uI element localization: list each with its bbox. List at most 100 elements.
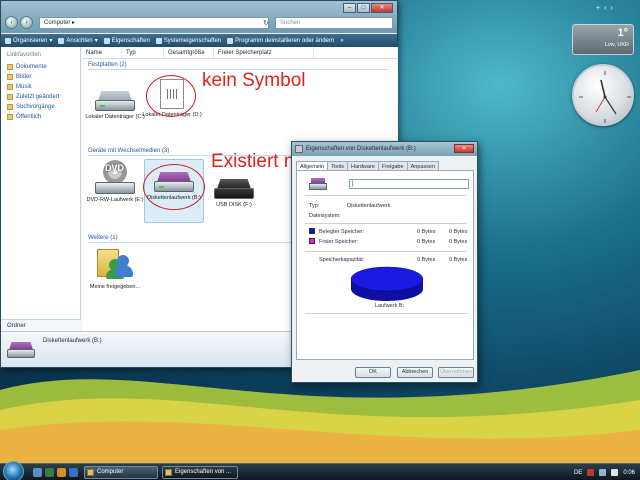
task-label: Eigenschaften von ... — [175, 469, 232, 475]
address-text: Computer — [44, 20, 71, 26]
command-bar: Organisieren ▾ Ansichten ▾ Eigenschaften… — [1, 34, 397, 47]
sidebar-gadget-controls[interactable]: + ‹ › — [596, 5, 613, 12]
nav-label: Dokumente — [16, 64, 47, 70]
properties-label: Eigenschaften — [111, 37, 150, 44]
nav-item-documents[interactable]: Dokumente — [1, 62, 80, 72]
floppy-drive-icon — [7, 338, 35, 360]
properties-icon — [165, 469, 172, 476]
switch-windows-icon[interactable] — [45, 468, 54, 477]
task-properties[interactable]: Eigenschaften von ... — [162, 466, 238, 479]
drive-usb[interactable]: USB DISK (F:) — [204, 175, 264, 209]
type-value: Diskettenlaufwerk — [347, 203, 391, 209]
clock-gadget[interactable] — [572, 64, 634, 126]
show-desktop-icon[interactable] — [33, 468, 42, 477]
close-button[interactable]: ✕ — [371, 3, 393, 13]
column-headers: Name Typ Gesamtgröße Freier Speicherplat… — [82, 47, 398, 59]
properties-dialog: Eigenschaften von Diskettenlaufwerk (B:)… — [291, 141, 478, 383]
used-space-label: Belegter Speicher: — [319, 229, 365, 235]
weather-location: Lviv, UKR — [604, 42, 629, 48]
task-computer[interactable]: Computer — [84, 466, 158, 479]
column-total-size[interactable]: Gesamtgröße — [164, 47, 214, 58]
annotation-no-symbol: kein Symbol — [202, 70, 306, 91]
shared-folder[interactable]: Meine freigegeben... — [85, 245, 145, 291]
system-properties-button[interactable]: Systemeigenschaften — [155, 37, 221, 44]
address-bar[interactable]: Computer ▸ — [39, 17, 269, 29]
dialog-titlebar[interactable]: Eigenschaften von Diskettenlaufwerk (B:)… — [292, 142, 477, 156]
network-icon[interactable] — [599, 469, 607, 476]
drive-label: USB DISK (F:) — [216, 202, 252, 208]
drive-c[interactable]: Lokaler Datenträger (C:) — [85, 87, 145, 121]
apply-button[interactable]: Übernehmen — [438, 367, 474, 378]
security-icon[interactable] — [587, 469, 595, 476]
views-label: Ansichten — [66, 37, 93, 44]
tray-clock[interactable]: 0:06 — [623, 470, 635, 476]
volume-icon[interactable] — [611, 469, 619, 476]
annotation-circle-drive-d — [146, 75, 196, 117]
uninstall-icon — [227, 37, 234, 44]
nav-label: Zuletzt geändert — [16, 94, 60, 100]
media-player-icon[interactable] — [57, 468, 66, 477]
recent-icon — [7, 94, 13, 100]
organize-icon — [5, 37, 11, 44]
nav-label: Musik — [16, 84, 32, 90]
nav-label: Suchvorgänge — [16, 104, 55, 110]
organize-button[interactable]: Organisieren ▾ — [5, 37, 52, 44]
drive-name-input[interactable]: | — [349, 179, 469, 189]
nav-item-recent[interactable]: Zuletzt geändert — [1, 92, 80, 102]
column-type[interactable]: Typ — [122, 47, 164, 58]
maximize-button[interactable]: □ — [357, 3, 370, 13]
usage-pie-chart — [350, 266, 424, 301]
capacity-size: 0 Bytes — [449, 257, 468, 263]
column-free-space[interactable]: Freier Speicherplatz — [214, 47, 314, 58]
free-space-label: Freier Speicher: — [319, 239, 359, 245]
column-name[interactable]: Name — [82, 47, 122, 58]
used-space-swatch — [309, 228, 315, 234]
start-button[interactable] — [3, 461, 24, 480]
nav-item-searches[interactable]: Suchvorgänge — [1, 102, 80, 112]
search-input[interactable]: Suchen — [275, 17, 393, 29]
free-space-size: 0 Bytes — [449, 239, 468, 245]
refresh-icon[interactable]: ↻ — [263, 19, 269, 27]
annotation-circle-floppy — [143, 164, 205, 210]
nav-item-public[interactable]: Öffentlich — [1, 112, 80, 122]
documents-icon — [7, 64, 13, 70]
nav-label: Öffentlich — [16, 114, 42, 120]
drive-dvd[interactable]: DVD DVD-RW-Laufwerk (E:) — [85, 160, 145, 204]
language-indicator[interactable]: DE — [574, 470, 582, 476]
music-icon — [7, 84, 13, 90]
dialog-close-button[interactable]: ✕ — [454, 144, 474, 153]
explorer-titlebar[interactable]: ‹ › Computer ▸ ↻ Suchen – □ ✕ — [1, 1, 397, 33]
nav-item-pictures[interactable]: Bilder — [1, 72, 80, 82]
toolbar-more-button[interactable]: » — [340, 38, 343, 44]
search-placeholder: Suchen — [280, 20, 301, 26]
pictures-icon — [7, 74, 13, 80]
dvd-icon-text: DVD — [105, 163, 125, 173]
searches-icon — [7, 104, 13, 110]
pie-drive-label: Laufwerk B: — [375, 303, 405, 309]
capacity-label: Speicherkapazität: — [319, 257, 365, 263]
views-button[interactable]: Ansichten ▾ — [58, 37, 98, 44]
ok-button[interactable]: OK — [355, 367, 391, 378]
details-item-name: Diskettenlaufwerk (B:) — [43, 338, 102, 344]
forward-icon[interactable]: › — [20, 16, 33, 29]
nav-item-music[interactable]: Musik — [1, 82, 80, 92]
shared-folder-icon — [97, 245, 133, 281]
taskbar: Computer Eigenschaften von ... DE 0:06 — [0, 461, 640, 480]
drive-label: DVD-RW-Laufwerk (E:) — [86, 197, 144, 203]
browser-icon[interactable] — [69, 468, 78, 477]
divider — [305, 251, 467, 252]
group-hard-drives[interactable]: Festplatten (2) — [88, 62, 388, 70]
weather-gadget[interactable]: 1° Lviv, UKR — [572, 24, 634, 55]
properties-icon — [103, 37, 110, 44]
folders-toggle[interactable]: Ordner — [1, 319, 81, 331]
uninstall-button[interactable]: Programm deinstallieren oder ändern — [227, 37, 335, 44]
filesystem-label: Dateisystem: — [309, 213, 341, 219]
back-icon[interactable]: ‹ — [5, 16, 18, 29]
public-icon — [7, 114, 13, 120]
uninstall-label: Programm deinstallieren oder ändern — [235, 37, 335, 44]
capacity-bytes: 0 Bytes — [417, 257, 436, 263]
minimize-button[interactable]: – — [343, 3, 356, 13]
cancel-button[interactable]: Abbrechen — [397, 367, 433, 378]
properties-button[interactable]: Eigenschaften — [103, 37, 150, 44]
folders-label: Ordner — [7, 323, 26, 329]
